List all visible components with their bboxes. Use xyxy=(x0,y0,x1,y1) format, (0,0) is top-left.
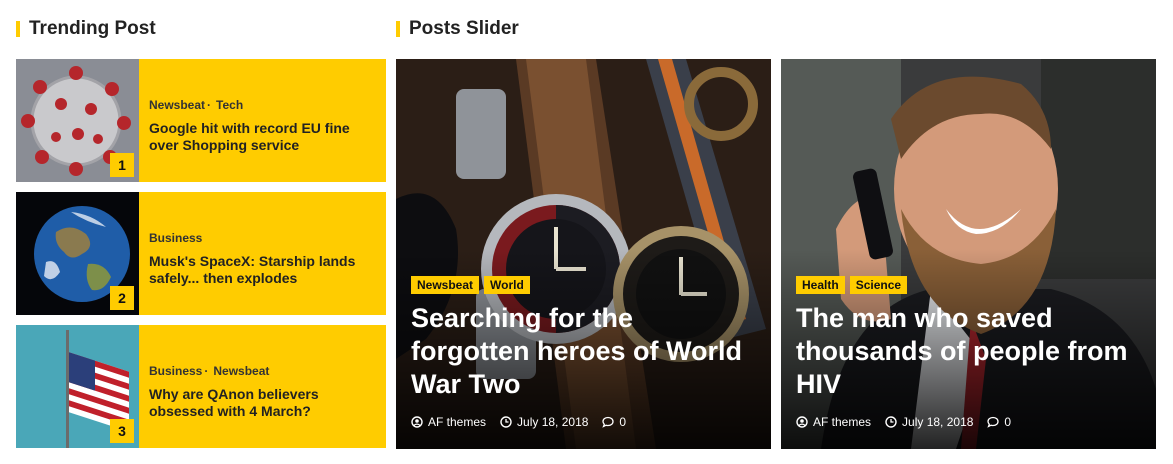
category-link[interactable]: Newsbeat xyxy=(213,364,269,378)
category-list: Business · Newsbeat xyxy=(149,363,270,378)
headline-link[interactable]: Google hit with record EU fine over Shop… xyxy=(149,120,374,154)
slide-title-link[interactable]: Searching for the forgotten heroes of Wo… xyxy=(411,302,756,401)
comments-link[interactable]: 0 xyxy=(602,415,626,429)
comment-icon xyxy=(987,416,1000,428)
comment-count: 0 xyxy=(619,415,627,429)
user-circle-icon xyxy=(796,416,808,428)
category-link[interactable]: Business xyxy=(149,231,202,245)
trending-item[interactable]: 1 Newsbeat · Tech Google hit with record E… xyxy=(16,59,386,182)
headline-link[interactable]: Why are QAnon believers obsessed with 4 … xyxy=(149,386,374,420)
clock-icon xyxy=(885,416,897,428)
trending-section-title: Trending Post xyxy=(16,18,156,40)
slider-section-title: Posts Slider xyxy=(396,18,519,40)
category-list: Newsbeat · Tech xyxy=(149,97,244,112)
category-badge[interactable]: Science xyxy=(849,276,908,294)
date-text: July 18, 2018 xyxy=(517,415,589,429)
category-badge[interactable]: Health xyxy=(796,276,845,294)
accent-bar xyxy=(16,21,20,37)
slide-title-link[interactable]: The man who saved thousands of people fr… xyxy=(796,302,1141,401)
accent-bar xyxy=(396,21,400,37)
category-link[interactable]: Business xyxy=(149,364,202,378)
earth-image[interactable]: 2 xyxy=(16,192,139,315)
category-badge[interactable]: World xyxy=(484,276,530,294)
rank-badge: 2 xyxy=(110,286,134,310)
headline-link[interactable]: Musk's SpaceX: Starship lands safely... … xyxy=(149,253,374,287)
comments-link[interactable]: 0 xyxy=(987,415,1011,429)
rank-badge: 1 xyxy=(110,153,134,177)
post-date: July 18, 2018 xyxy=(885,415,973,429)
slider-card[interactable]: Newsbeat World Searching for the forgott… xyxy=(396,59,771,449)
post-date: July 18, 2018 xyxy=(500,415,588,429)
category-link[interactable]: Tech xyxy=(216,98,243,112)
trending-item[interactable]: 2 Business Musk's SpaceX: Starship lands… xyxy=(16,192,386,315)
date-text: July 18, 2018 xyxy=(902,415,974,429)
author-link[interactable]: AF themes xyxy=(411,415,486,429)
virus-image[interactable]: 1 xyxy=(16,59,139,182)
slider-title-label: Posts Slider xyxy=(409,18,519,39)
clock-icon xyxy=(500,416,512,428)
user-circle-icon xyxy=(411,416,423,428)
category-list: Business xyxy=(149,231,374,245)
comment-icon xyxy=(602,416,615,428)
author-link[interactable]: AF themes xyxy=(796,415,871,429)
category-link[interactable]: Newsbeat xyxy=(149,98,205,112)
author-name: AF themes xyxy=(813,415,872,429)
flag-image[interactable]: 3 xyxy=(16,325,139,448)
trending-title-label: Trending Post xyxy=(29,18,156,39)
comment-count: 0 xyxy=(1004,415,1012,429)
author-name: AF themes xyxy=(428,415,487,429)
trending-item[interactable]: 3 Business · Newsbeat Why are QAnon believ… xyxy=(16,325,386,448)
category-badge[interactable]: Newsbeat xyxy=(411,276,480,294)
slider-card[interactable]: Health Science The man who saved thousan… xyxy=(781,59,1156,449)
rank-badge: 3 xyxy=(110,419,134,443)
